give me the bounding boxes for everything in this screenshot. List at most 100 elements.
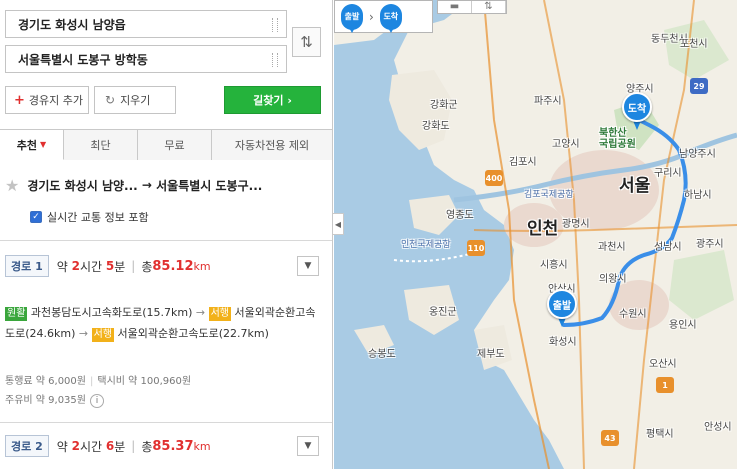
end-address-input[interactable]: 서울특별시 도봉구 방학동 (5, 45, 287, 73)
map-label: 김포시 (509, 157, 537, 168)
caret-down-icon: ▼ (40, 140, 47, 149)
route-hours: 2 (71, 439, 80, 453)
map-label: 김포국제공항 (524, 190, 574, 200)
chevron-down-icon: ▼ (304, 261, 312, 271)
map-label: 과천시 (598, 242, 626, 253)
minutes-unit: 분 (114, 259, 126, 274)
end-address-text: 서울특별시 도봉구 방학동 (18, 52, 148, 67)
tab-exclude-expressway[interactable]: 자동차전용 제외 (212, 129, 332, 160)
swap-button[interactable]: ⇅ (292, 27, 321, 57)
chevron-down-icon: ▼ (304, 441, 312, 451)
tab-recommended[interactable]: 추천 ▼ (0, 129, 64, 160)
map-label: 용인시 (669, 320, 697, 331)
summary-from: 경기도 화성시 남양... (27, 178, 138, 193)
expand-route-button[interactable]: ▼ (297, 436, 319, 456)
checkbox-checked-icon[interactable]: ✓ (30, 211, 42, 223)
tab-label: 최단 (90, 139, 111, 152)
status-badge: 서행 (208, 307, 232, 321)
start-address-text: 경기도 화성시 남양읍 (18, 17, 126, 32)
walk-icon[interactable]: ⇅ (472, 1, 506, 13)
map-label: 성남시 (654, 242, 682, 253)
map-label: 오산시 (649, 359, 677, 370)
chevron-right-icon: › (287, 93, 292, 107)
map-label: 평택시 (646, 429, 674, 440)
map-tools: ▬ ⇅ (437, 0, 507, 14)
separator: | (90, 376, 94, 387)
info-icon[interactable]: i (90, 394, 104, 408)
distance-unit: km (193, 439, 211, 453)
tab-label: 무료 (164, 139, 185, 152)
route-badge: 경로 2 (5, 435, 49, 457)
start-pin-label: 출발 (547, 289, 577, 319)
route-summary: ★ 경기도 화성시 남양... → 서울특별시 도봉구... (5, 176, 327, 195)
map-label: 하남시 (684, 190, 712, 201)
map-label: 남양주시 (679, 149, 716, 160)
status-badge: 서행 (91, 328, 115, 342)
road-segment: 서울외곽순환고속도로(22.7km) (117, 327, 269, 340)
star-icon[interactable]: ★ (5, 176, 19, 195)
route-distance: 85.37 (152, 438, 194, 454)
highway-shield-icon: 110 (467, 240, 485, 256)
arrow-right-icon: → (195, 306, 206, 319)
highway-shield-icon: 1 (656, 377, 674, 393)
route-option-tabs: 추천 ▼ 최단 무료 자동차전용 제외 (0, 129, 332, 160)
add-waypoint-label: 경유지 추가 (28, 94, 84, 107)
left-panel: 경기도 화성시 남양읍 서울특별시 도봉구 방학동 ⇅ + 경유지 추가 ↻ 지… (0, 0, 333, 469)
chevron-right-icon: › (369, 9, 374, 24)
map-label: 서울 (619, 176, 651, 196)
clear-label: 지우기 (120, 94, 151, 107)
map-view[interactable]: 출발 › 도착 ▬ ⇅ 29 400 110 1 43 동두천시 포천시 양주시… (334, 0, 737, 469)
map-label: 승봉도 (368, 349, 396, 360)
fuel-cost: 주유비 약 9,035원 (5, 395, 86, 406)
add-waypoint-button[interactable]: + 경유지 추가 (5, 86, 89, 114)
arrow-right-icon: → (78, 327, 89, 340)
map-label: 강화군 (430, 100, 458, 111)
collapse-panel-button[interactable]: ◀ (333, 213, 344, 235)
map-label: 시흥시 (540, 260, 568, 271)
minutes-unit: 분 (114, 439, 126, 454)
expand-route-button[interactable]: ▼ (297, 256, 319, 276)
map-label: 구리시 (654, 168, 682, 179)
end-pin[interactable]: 도착 (622, 92, 652, 132)
route-minutes: 5 (105, 259, 115, 273)
tab-label: 추천 (16, 138, 38, 152)
map-label: 포천시 (680, 39, 708, 50)
separator: | (131, 439, 136, 453)
route-1-costs: 통행료 약 6,000원 | 택시비 약 100,960원 주유비 약 9,035원… (5, 372, 323, 410)
find-route-button[interactable]: 길찾기 › (224, 86, 321, 114)
highway-shield-icon: 43 (601, 430, 619, 446)
start-address-input[interactable]: 경기도 화성시 남양읍 (5, 10, 287, 38)
route-minutes: 6 (105, 439, 115, 453)
map-label: 인천 (527, 219, 559, 239)
map-label: 수원시 (619, 309, 647, 320)
map-label: 강화도 (422, 121, 450, 132)
plus-icon: + (14, 92, 25, 108)
separator: | (131, 259, 136, 273)
tab-free[interactable]: 무료 (138, 129, 212, 160)
divider (0, 240, 332, 241)
toll-cost: 통행료 약 6,000원 (5, 376, 86, 387)
route-2-header[interactable]: 경로 2 약 2 시간 6분 | 총 85.37 km ▼ (5, 434, 325, 458)
car-icon[interactable]: ▬ (438, 1, 472, 13)
total-label: 총 (141, 259, 153, 274)
map-label: 의왕시 (599, 274, 627, 285)
summary-arrow: → (141, 178, 152, 192)
map-pin-legend: 출발 › 도착 (334, 0, 433, 33)
clear-button[interactable]: ↻ 지우기 (94, 86, 176, 114)
map-label: 인천국제공항 (401, 240, 451, 250)
start-pin[interactable]: 출발 (547, 289, 577, 329)
drag-handle-icon[interactable] (272, 18, 278, 32)
map-label: 고양시 (552, 139, 580, 150)
map-label: 광주시 (696, 239, 724, 250)
route-1-header[interactable]: 경로 1 약 2 시간 5분 | 총 85.12 km ▼ (5, 254, 325, 278)
drag-handle-icon[interactable] (272, 53, 278, 67)
tab-shortest[interactable]: 최단 (64, 129, 138, 160)
summary-to: 서울특별시 도봉구... (156, 178, 263, 193)
route-distance: 85.12 (152, 258, 194, 274)
traffic-checkbox-row[interactable]: ✓ 실시간 교통 정보 포함 (30, 209, 149, 225)
map-label: 옹진군 (429, 307, 457, 318)
hours-unit: 시간 (79, 259, 103, 274)
map-label: 영종도 (446, 210, 474, 221)
road-segment: 과천봉담도시고속화도로(15.7km) (30, 306, 193, 319)
map-label: 파주시 (534, 96, 562, 107)
